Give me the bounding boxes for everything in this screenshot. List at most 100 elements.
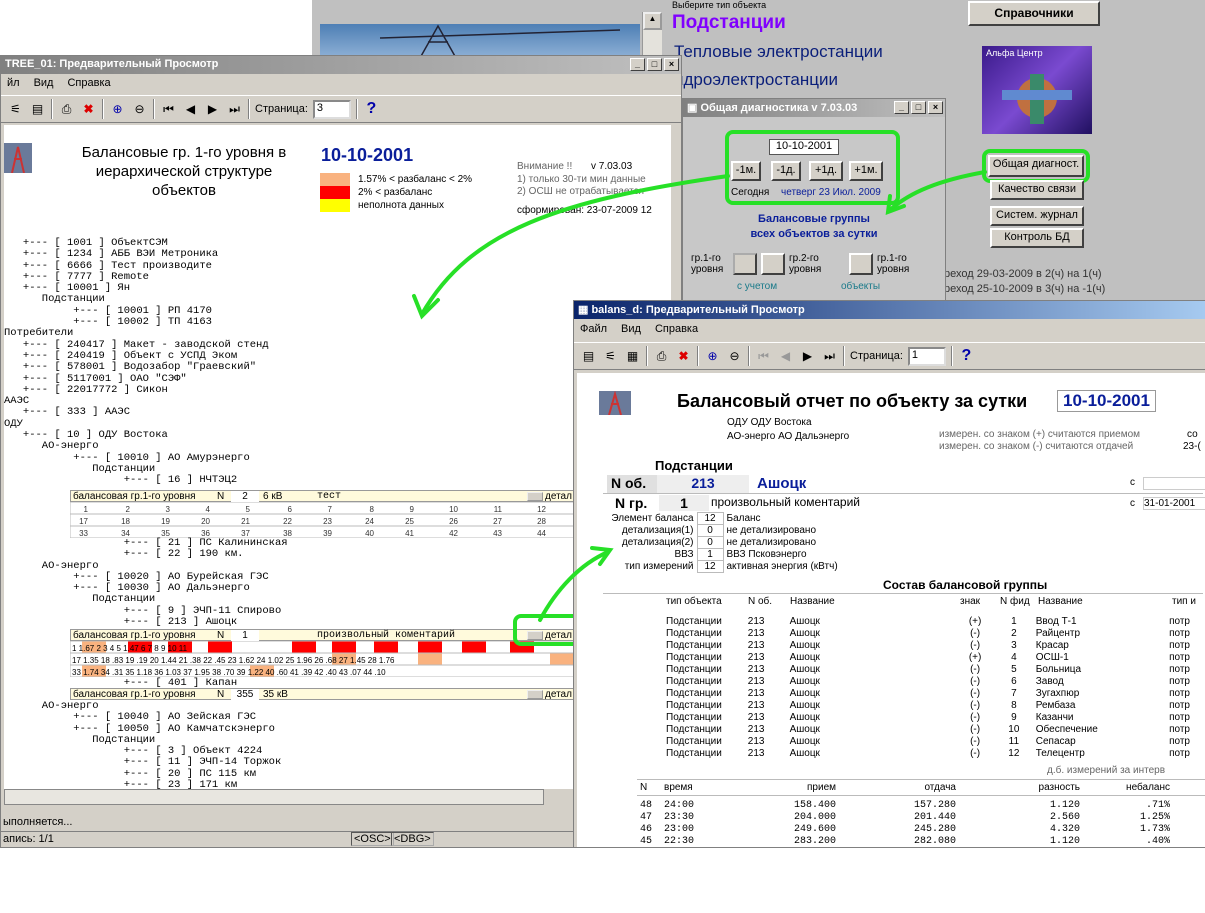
svg-text:8: 8 (370, 505, 375, 514)
page-number-input[interactable]: 1 (907, 346, 946, 366)
table-cell: (-) (970, 711, 981, 723)
zoom-out-icon[interactable]: ⊖ (726, 348, 743, 365)
balance-titlebar[interactable]: ▦ balans_d: Предварительный Просмотр (574, 301, 1205, 319)
col-header: отдача (924, 782, 956, 793)
print-setup-icon[interactable]: ⚟ (602, 348, 619, 365)
table-cell: (-) (970, 687, 981, 699)
tree-report-date: 10-10-2001 (321, 145, 414, 165)
svg-text:26: 26 (449, 517, 458, 526)
menu-file[interactable]: Файл (580, 323, 607, 337)
level1b-button[interactable] (849, 253, 873, 275)
zoom-in-icon[interactable]: ⊕ (109, 101, 126, 118)
print-setup-icon[interactable]: ⚟ (7, 101, 24, 118)
level1-label: гр.1-го уровня (691, 253, 724, 275)
level1b-label: гр.1-го уровня (877, 253, 910, 275)
minimize-icon[interactable]: _ (894, 101, 909, 114)
menu-help[interactable]: Справка (67, 77, 110, 91)
level2-button[interactable] (761, 253, 785, 275)
table-cell: 213 (747, 615, 765, 627)
band-detail-button[interactable]: детал (545, 491, 572, 502)
table-row: 46 23:00 249.600 245.280 4.320 1.73% (637, 823, 1173, 835)
table-row: Подстанции 213 Ашоцк (-) 2 Райцентр потр (663, 627, 1205, 639)
legend-red-text: 2% < разбаланс (358, 187, 433, 198)
system-log-button[interactable]: Систем. журнал (990, 206, 1084, 226)
menu-file[interactable]: йл (7, 77, 20, 91)
print-icon[interactable]: ⎙ (653, 348, 670, 365)
menu-view[interactable]: Вид (34, 77, 54, 91)
table-cell: 213 (747, 747, 765, 759)
table-cell: Казанчи (1035, 711, 1074, 723)
prev-page-icon[interactable]: ◀ (777, 348, 794, 365)
table-cell: Ашоцк (789, 747, 820, 759)
band-detail-toggle[interactable] (527, 492, 543, 501)
link-quality-button[interactable]: Качество связи (990, 180, 1084, 200)
menu-view[interactable]: Вид (621, 323, 641, 337)
toolbar-separator (355, 99, 358, 119)
menu-hydro-plants[interactable]: идроэлектростанции (674, 70, 838, 90)
link-objects[interactable]: объекты (841, 281, 880, 292)
band-group-number: 1 (231, 630, 259, 641)
toolbar-separator (748, 346, 750, 366)
scroll-up-icon[interactable]: ▲ (643, 12, 662, 30)
meas-rule-2 (637, 795, 1205, 796)
last-page-icon[interactable]: ⏭ (821, 348, 838, 365)
first-page-icon[interactable]: ⏮ (755, 348, 772, 365)
tree-version: v 7.03.03 (591, 161, 633, 172)
menu-substations[interactable]: Подстанции (672, 12, 786, 34)
close-preview-icon[interactable]: ✖ (80, 101, 97, 118)
table-cell: 6 (1011, 675, 1017, 687)
zoom-in-icon[interactable]: ⊕ (704, 348, 721, 365)
first-page-icon[interactable]: ⏮ (160, 101, 177, 118)
svg-text:12: 12 (537, 505, 546, 514)
horizontal-scrollbar[interactable] (4, 789, 544, 805)
table-cell: 12 (1008, 747, 1020, 759)
table-cell: 213 (747, 639, 765, 651)
page-number-input[interactable]: 3 (312, 99, 351, 119)
maximize-icon[interactable]: □ (911, 101, 926, 114)
band-detail-toggle[interactable] (527, 690, 543, 699)
minimize-icon[interactable]: _ (630, 58, 645, 71)
cut-right-1: со (1187, 429, 1198, 440)
level1-button[interactable] (733, 253, 757, 275)
odu-label: ОДУ ОДУ Востока (727, 417, 812, 428)
directories-button[interactable]: Справочники (968, 1, 1100, 26)
table-cell: потр (1169, 675, 1190, 687)
next-page-icon[interactable]: ▶ (204, 101, 221, 118)
menu-thermal-plants[interactable]: Тепловые электростанции (674, 42, 883, 62)
close-icon[interactable]: × (928, 101, 943, 114)
col-header: небаланс (1126, 782, 1170, 793)
menu-help[interactable]: Справка (655, 323, 698, 337)
svg-text:3: 3 (166, 505, 171, 514)
c-label-2: с (1130, 498, 1135, 509)
tree-lines-mid: +--- [ 21 ] ПС Калининская +--- [ 22 ] 1… (41, 537, 288, 629)
export-icon[interactable]: ▦ (624, 348, 641, 365)
export-icon[interactable]: ▤ (29, 101, 46, 118)
diagnostics-titlebar[interactable]: ▣ Общая диагностика v 7.03.03 _ □ × (683, 99, 945, 117)
tree-report-title: Балансовые гр. 1-го уровня в иерархическ… (81, 144, 287, 199)
table-cell: (-) (970, 723, 981, 735)
zoom-out-icon[interactable]: ⊖ (131, 101, 148, 118)
param-row: тип измерений 12 активная энергия (кВтч) (601, 560, 841, 573)
print-icon[interactable]: ⎙ (58, 101, 75, 118)
groups-title: Балансовые группы (758, 213, 870, 225)
dst-note-2: реход 25-10-2009 в 3(ч) на -1(ч) (944, 283, 1106, 295)
next-page-icon[interactable]: ▶ (799, 348, 816, 365)
prev-page-icon[interactable]: ◀ (182, 101, 199, 118)
help-icon[interactable]: ? (363, 100, 380, 118)
table-cell: потр (1169, 735, 1190, 747)
close-preview-icon[interactable]: ✖ (675, 348, 692, 365)
print-preview-icon[interactable]: ▤ (580, 348, 597, 365)
maximize-icon[interactable]: □ (647, 58, 662, 71)
table-cell: Ашоцк (789, 711, 820, 723)
param-desc: Баланс (726, 513, 761, 524)
band-detail-button[interactable]: детал (545, 689, 572, 700)
help-icon[interactable]: ? (958, 347, 975, 365)
last-page-icon[interactable]: ⏭ (226, 101, 243, 118)
db-control-button[interactable]: Контроль БД (990, 228, 1084, 248)
tree-titlebar[interactable]: TREE_01: Предварительный Просмотр _ □ × (1, 56, 681, 74)
dst-note-1: реход 29-03-2009 в 2(ч) на 1(ч) (944, 268, 1102, 280)
link-accounting[interactable]: с учетом (737, 281, 777, 292)
close-icon[interactable]: × (664, 58, 679, 71)
svg-text:17: 17 (79, 517, 88, 526)
param-desc: не детализировано (726, 537, 817, 548)
